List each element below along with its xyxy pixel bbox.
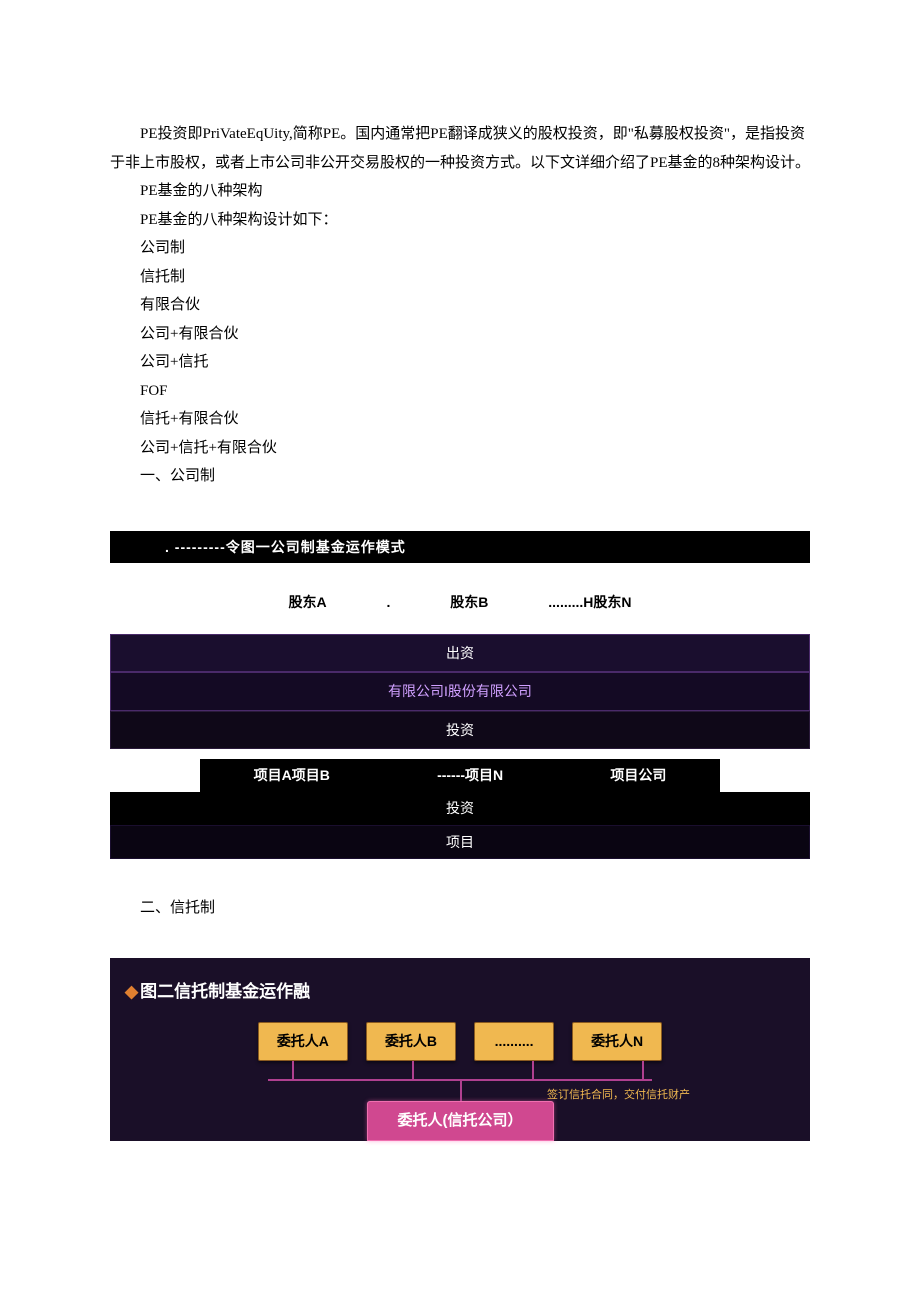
diagram2-connector: 签订信托合同，交付信托财产 <box>220 1061 700 1101</box>
shareholder-b: 股东B <box>450 594 488 610</box>
project-ab: 项目A项目B <box>254 762 330 789</box>
diagram-trust-model: ◆图二信托制基金运作融 委托人A 委托人B .......... 委托人N 签订… <box>110 958 810 1141</box>
shareholder-n: .........H股东N <box>548 594 631 610</box>
diagram1-invest-bar-2: 投资 <box>110 792 810 825</box>
diagram1-projects-bar: 项目A项目B ------项目N 项目公司 <box>200 759 720 792</box>
struct-item-5: 公司+信托 <box>110 348 810 377</box>
trustor-a-box: 委托人A <box>258 1022 348 1061</box>
struct-item-6: FOF <box>110 377 810 406</box>
shareholder-dot: . <box>386 594 390 610</box>
diagram-company-model: . ---------令图一公司制基金运作模式 股东A . 股东B ......… <box>110 531 810 860</box>
connector-line <box>532 1061 534 1079</box>
diagram1-shareholders-row: 股东A . 股东B .........H股东N <box>110 563 810 634</box>
project-company: 项目公司 <box>610 762 666 789</box>
diagram1-proj-spacer-left <box>110 759 200 792</box>
trustor-dots-box: .......... <box>474 1022 554 1061</box>
diagram2-trustee-wrap: 委托人(信托公司） <box>110 1101 810 1142</box>
struct-item-1: 公司制 <box>110 234 810 263</box>
diagram2-note: 签订信托合同，交付信托财产 <box>547 1085 690 1106</box>
connector-line <box>292 1061 294 1079</box>
section-2-heading: 二、信托制 <box>110 894 810 923</box>
trustee-box: 委托人(信托公司） <box>367 1101 554 1142</box>
project-n: ------项目N <box>437 762 503 789</box>
struct-item-3: 有限合伙 <box>110 291 810 320</box>
diamond-icon: ◆ <box>125 982 138 1001</box>
heading-architectures: PE基金的八种架构 <box>110 177 810 206</box>
diagram2-title: ◆图二信托制基金运作融 <box>110 976 810 1022</box>
connector-line <box>412 1061 414 1079</box>
diagram1-project-bar: 项目 <box>110 825 810 860</box>
shareholder-a: 股东A <box>288 594 326 610</box>
trustor-n-box: 委托人N <box>572 1022 662 1061</box>
connector-line <box>642 1061 644 1079</box>
diagram1-company-bar: 有限公司I股份有限公司 <box>110 672 810 711</box>
struct-item-4: 公司+有限合伙 <box>110 320 810 349</box>
connector-line <box>460 1079 462 1101</box>
struct-item-7: 信托+有限合伙 <box>110 405 810 434</box>
diagram1-title-bar: . ---------令图一公司制基金运作模式 <box>110 531 810 564</box>
diagram1-invest-bar-1: 投资 <box>110 711 810 750</box>
diagram1-projects-row: 项目A项目B ------项目N 项目公司 <box>110 759 810 792</box>
heading-architectures-sub: PE基金的八种架构设计如下： <box>110 206 810 235</box>
diagram1-contribution-bar: 出资 <box>110 634 810 673</box>
section-1-heading: 一、公司制 <box>110 462 810 491</box>
struct-item-8: 公司+信托+有限合伙 <box>110 434 810 463</box>
struct-item-2: 信托制 <box>110 263 810 292</box>
diagram2-title-text: 图二信托制基金运作融 <box>140 982 310 1001</box>
trustor-b-box: 委托人B <box>366 1022 456 1061</box>
diagram1-proj-spacer-right <box>720 759 810 792</box>
intro-paragraph: PE投资即PriVateEqUity,简称PE。国内通常把PE翻译成狭义的股权投… <box>110 120 810 177</box>
document-page: PE投资即PriVateEqUity,简称PE。国内通常把PE翻译成狭义的股权投… <box>0 0 920 1201</box>
diagram2-trustors-row: 委托人A 委托人B .......... 委托人N <box>110 1022 810 1061</box>
